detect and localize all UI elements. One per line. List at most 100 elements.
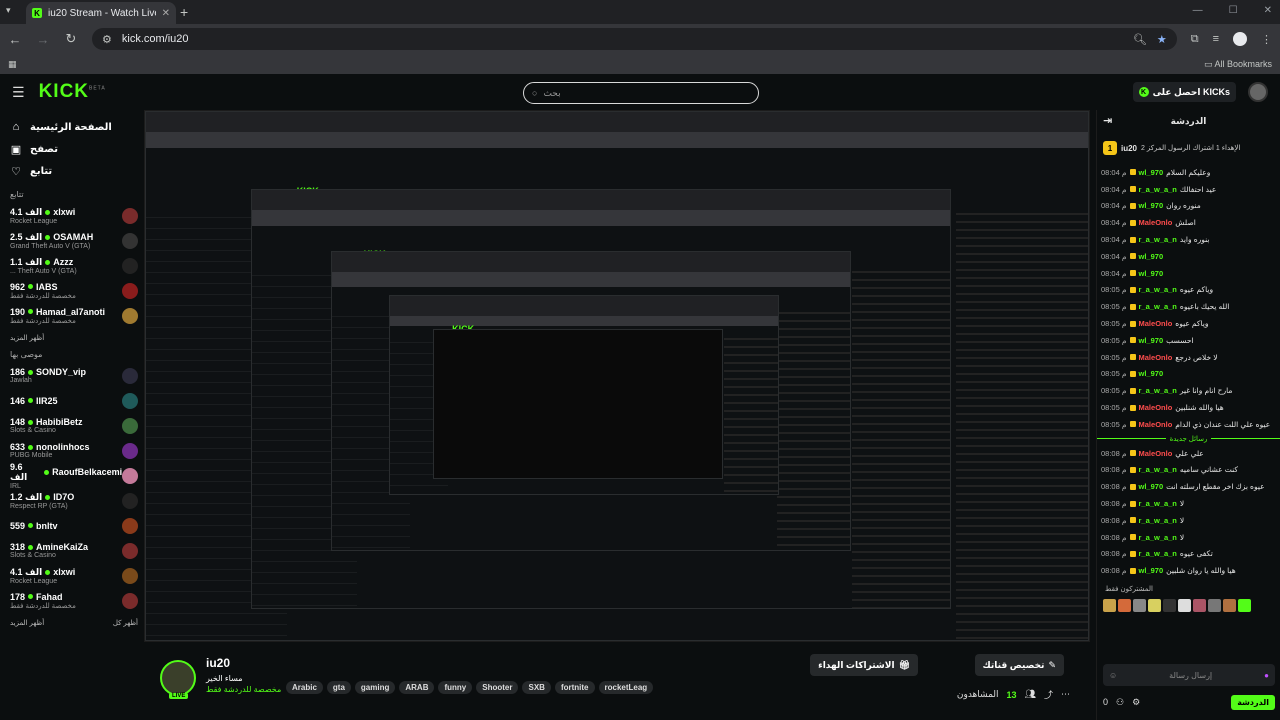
emote-icon[interactable] xyxy=(1103,599,1116,613)
forward-icon[interactable]: → xyxy=(36,32,50,47)
menu-icon[interactable]: ⋮ xyxy=(1261,33,1272,46)
emote-icon[interactable] xyxy=(1193,599,1206,613)
apps-icon[interactable]: ▦ xyxy=(8,59,17,70)
more-icon[interactable]: ⋯ xyxy=(1061,689,1070,700)
emote-icon[interactable] xyxy=(1178,599,1191,613)
message-user[interactable]: wl_970 xyxy=(1139,482,1164,491)
sidebar-channel[interactable]: 9.6 الف RaoufBelkacemi IRL xyxy=(10,462,138,490)
sidebar-channel[interactable]: 318 AmineKaiZa Slots & Casino xyxy=(10,538,138,563)
channel-name[interactable]: iu20 xyxy=(206,656,230,670)
site-info-icon[interactable]: ⚙ xyxy=(102,33,112,46)
sidebar-channel[interactable]: 633 nonolinhocs PUBG Mobile xyxy=(10,438,138,463)
emote-icon[interactable] xyxy=(1163,599,1176,613)
message-user[interactable]: r_a_w_a_n xyxy=(1139,285,1177,294)
new-tab-icon[interactable]: + xyxy=(180,4,188,20)
share-icon[interactable]: ⤴ xyxy=(1044,688,1053,701)
tag-chip[interactable]: ARAB xyxy=(399,681,435,694)
close-tab-icon[interactable]: ✕ xyxy=(162,8,170,19)
send-chat-button[interactable]: الدردشة xyxy=(1231,694,1275,710)
kick-logo[interactable]: KICKBETA xyxy=(39,81,106,103)
zoom-icon[interactable]: 🔍︎ xyxy=(1133,33,1147,46)
all-bookmarks[interactable]: ▭ All Bookmarks xyxy=(1204,59,1272,70)
back-icon[interactable]: ← xyxy=(8,32,22,47)
message-user[interactable]: r_a_w_a_n xyxy=(1139,499,1177,508)
message-user[interactable]: wl_970 xyxy=(1139,201,1164,210)
tag-chip[interactable]: gta xyxy=(326,681,351,694)
tag-chip[interactable]: fortnite xyxy=(554,681,595,694)
collapse-chat-icon[interactable]: ⇥ xyxy=(1103,114,1112,127)
message-user[interactable]: MaleOnlo xyxy=(1139,319,1173,328)
sidebar-channel[interactable]: 146 IIR25 xyxy=(10,388,138,413)
reload-icon[interactable]: ↻ xyxy=(64,31,78,47)
bookmark-star-icon[interactable]: ★ xyxy=(1157,33,1167,46)
get-kicks-button[interactable]: K احصل على KICKs xyxy=(1132,82,1236,102)
message-user[interactable]: r_a_w_a_n xyxy=(1139,516,1177,525)
message-user[interactable]: r_a_w_a_n xyxy=(1139,465,1177,474)
sidebar-channel[interactable]: 186 SONDY_vip Jawlah xyxy=(10,363,138,388)
message-user[interactable]: r_a_w_a_n xyxy=(1139,549,1177,558)
emote-icon[interactable] xyxy=(1223,599,1236,613)
sidebar-channel[interactable]: 148 HabibiBetz Slots & Casino xyxy=(10,413,138,438)
stream-category[interactable]: مخصصة للدردشة فقط xyxy=(206,685,281,694)
tab-search-icon[interactable]: ▾ xyxy=(6,5,11,16)
sidebar-channel[interactable]: 559 bnltv xyxy=(10,513,138,538)
tag-chip[interactable]: SXB xyxy=(522,681,551,694)
show-all-link[interactable]: أظهر كل xyxy=(113,619,138,627)
search-input[interactable]: ○ بحث xyxy=(523,82,759,104)
sidebar-channel[interactable]: 1.1 الف Azzz... Theft Auto V (GTA) xyxy=(10,253,138,278)
emoji-icon[interactable]: ☺ xyxy=(1109,671,1117,680)
profile-avatar[interactable] xyxy=(1233,32,1247,46)
sidebar-channel[interactable]: 962 IABS مخصصة للدردشة فقط xyxy=(10,278,138,303)
maximize-icon[interactable]: ☐ xyxy=(1229,5,1238,16)
message-user[interactable]: wl_970 xyxy=(1139,566,1164,575)
extensions-icon[interactable]: ⧉ xyxy=(1191,33,1199,46)
message-user[interactable]: MaleOnlo xyxy=(1139,403,1173,412)
sidebar-channel[interactable]: 1.2 الف ID7O Respect RP (GTA) xyxy=(10,488,138,513)
sidebar-channel[interactable]: 190 Hamad_al7anoti مخصصة للدردشة فقط xyxy=(10,303,138,328)
video-player[interactable]: KICK KICK KICK KICK xyxy=(144,110,1090,642)
emote-icon[interactable] xyxy=(1238,599,1251,613)
message-user[interactable]: MaleOnlo xyxy=(1139,449,1173,458)
message-user[interactable]: wl_970 xyxy=(1139,369,1164,378)
emote-icon[interactable] xyxy=(1148,599,1161,613)
sidebar-channel[interactable]: 4.1 الف xlxwi Rocket League xyxy=(10,563,138,588)
sidebar-nav-item[interactable]: ♡ تتابع xyxy=(10,160,138,182)
sidebar-channel[interactable]: 4.1 الف xlxwi Rocket League xyxy=(10,203,138,228)
message-user[interactable]: r_a_w_a_n xyxy=(1139,235,1177,244)
hamburger-menu-icon[interactable]: ☰ xyxy=(12,84,25,101)
pinned-message[interactable]: 1 iu20 الإهداء 1 اشتراك الرسول المركز 2 xyxy=(1103,136,1274,160)
show-more-link[interactable]: أظهر المزيد xyxy=(10,334,138,342)
tag-chip[interactable]: Shooter xyxy=(476,681,519,694)
message-user[interactable]: MaleOnlo xyxy=(1139,218,1173,227)
sidebar-channel[interactable]: 2.5 الف OSAMAH Grand Theft Auto V (GTA) xyxy=(10,228,138,253)
chat-input[interactable]: ☺ إرسال رسالة ● xyxy=(1103,664,1275,686)
tag-chip[interactable]: Arabic xyxy=(286,681,323,694)
close-window-icon[interactable]: ✕ xyxy=(1264,5,1272,16)
message-user[interactable]: wl_970 xyxy=(1139,269,1164,278)
mic-icon[interactable]: ● xyxy=(1264,671,1269,680)
emote-icon[interactable] xyxy=(1133,599,1146,613)
settings-icon[interactable]: ⚙ xyxy=(1132,697,1140,708)
message-user[interactable]: r_a_w_a_n xyxy=(1139,386,1177,395)
sidebar-nav-item[interactable]: ▣ تصفح xyxy=(10,138,138,160)
emote-icon[interactable] xyxy=(1118,599,1131,613)
omnibox[interactable]: ⚙ kick.com/iu20 🔍︎ ★ xyxy=(92,28,1177,50)
message-user[interactable]: r_a_w_a_n xyxy=(1139,533,1177,542)
emote-icon[interactable] xyxy=(1208,599,1221,613)
message-user[interactable]: wl_970 xyxy=(1139,336,1164,345)
message-user[interactable]: wl_970 xyxy=(1139,168,1164,177)
media-icon[interactable]: ≡ xyxy=(1213,33,1219,45)
minimize-icon[interactable]: — xyxy=(1193,5,1203,16)
tag-chip[interactable]: rocketLeag xyxy=(598,681,654,694)
customize-channel-button[interactable]: تخصيص قناتك ✎ xyxy=(974,654,1064,676)
message-user[interactable]: MaleOnlo xyxy=(1139,353,1173,362)
message-user[interactable]: wl_970 xyxy=(1139,252,1164,261)
sidebar-channel[interactable]: 178 Fahad مخصصة للدردشة فقط xyxy=(10,588,138,613)
gift-subs-button[interactable]: الاشتراكات الهداء 🎁︎ xyxy=(810,654,918,676)
points-icon[interactable]: ⚇ xyxy=(1116,697,1124,708)
browser-tab[interactable]: K iu20 Stream - Watch Live on Ki ✕ xyxy=(26,2,176,24)
tag-chip[interactable]: gaming xyxy=(354,681,396,694)
message-user[interactable]: MaleOnlo xyxy=(1139,420,1173,429)
streamer-avatar[interactable]: LIVE xyxy=(160,660,196,699)
show-more-link-2[interactable]: أظهر المزيد xyxy=(10,619,44,627)
